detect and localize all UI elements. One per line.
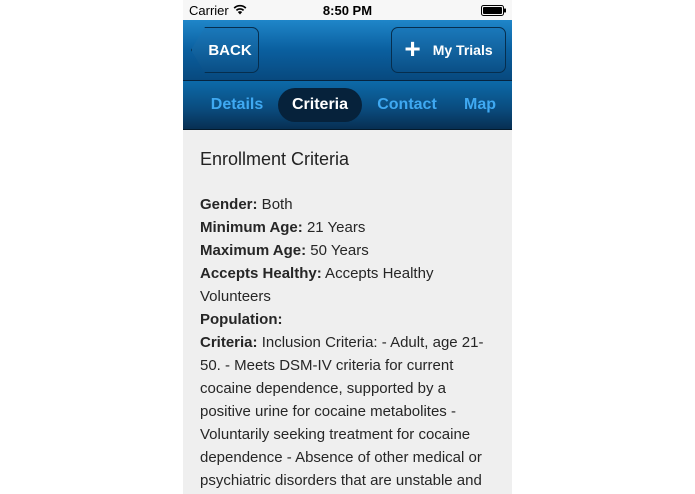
field-gender: Gender: Both	[200, 196, 293, 213]
my-trials-button[interactable]: + My Trials	[391, 27, 506, 73]
section-title: Enrollment Criteria	[200, 149, 350, 169]
field-population: Population:	[200, 311, 283, 328]
plus-icon: +	[404, 32, 421, 64]
tab-map-label: Map	[464, 96, 496, 113]
my-trials-label: My Trials	[432, 42, 493, 58]
tab-bar: Details Criteria Contact Map	[183, 81, 512, 130]
phone-screen: Carrier 8:50 PM BACK + My Trials Details…	[183, 0, 512, 494]
tab-contact-label: Contact	[377, 96, 437, 113]
back-button[interactable]: BACK	[191, 27, 259, 73]
criteria-details: Gender: Both Minimum Age: 21 Years Maxim…	[200, 193, 500, 494]
field-criteria: Criteria: Inclusion Criteria: - Adult, a…	[200, 334, 484, 489]
tab-details-label: Details	[210, 96, 264, 113]
status-bar: Carrier 8:50 PM	[183, 0, 512, 20]
tab-contact[interactable]: Contact	[372, 81, 442, 129]
back-button-label: BACK	[208, 41, 252, 59]
tab-criteria[interactable]: Criteria	[278, 88, 362, 122]
tab-details[interactable]: Details	[205, 81, 269, 129]
field-maximum-age: Maximum Age: 50 Years	[200, 242, 369, 259]
status-time: 8:50 PM	[322, 3, 373, 18]
tab-criteria-label: Criteria	[291, 96, 349, 113]
criteria-content: Enrollment Criteria Gender: Both Minimum…	[200, 147, 500, 494]
field-accepts-healthy: Accepts Healthy: Accepts Healthy Volunte…	[200, 265, 434, 305]
navigation-bar: BACK + My Trials	[183, 20, 512, 81]
battery-icon	[481, 5, 506, 16]
field-minimum-age: Minimum Age: 21 Years	[200, 219, 366, 236]
tab-map[interactable]: Map	[460, 81, 500, 129]
